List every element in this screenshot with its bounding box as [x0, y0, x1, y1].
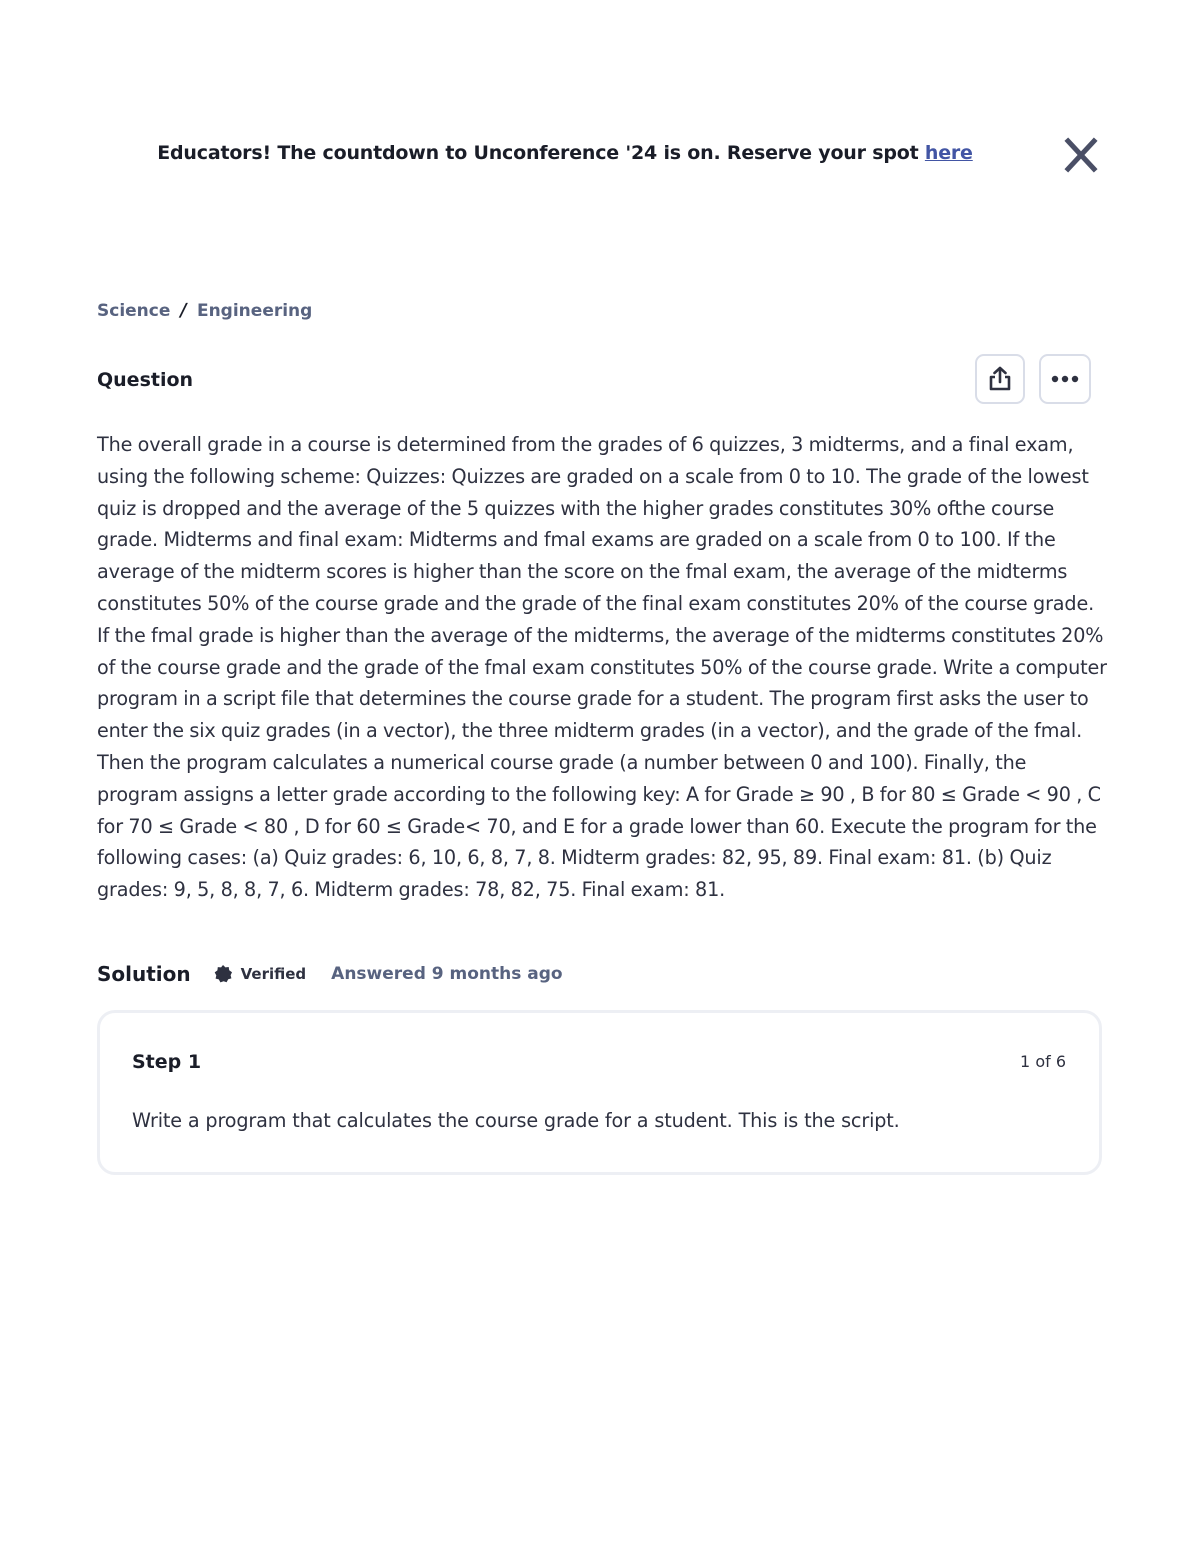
- step-text: Write a program that calculates the cour…: [132, 1109, 900, 1132]
- verified-label: Verified: [240, 965, 307, 983]
- close-banner-button[interactable]: [1061, 136, 1099, 174]
- breadcrumb-item-engineering[interactable]: Engineering: [197, 301, 312, 321]
- share-button[interactable]: [975, 354, 1025, 404]
- banner-link[interactable]: here: [925, 142, 973, 164]
- step-title: Step 1: [132, 1051, 202, 1073]
- verified-badge-icon: [214, 965, 232, 983]
- step-card: Step 1 1 of 6 Write a program that calcu…: [97, 1010, 1102, 1175]
- more-options-button[interactable]: [1039, 354, 1091, 404]
- answered-time: Answered 9 months ago: [331, 964, 563, 984]
- more-icon: [1051, 375, 1079, 383]
- banner-text: Educators! The countdown to Unconference…: [157, 142, 925, 164]
- solution-heading: Solution: [97, 962, 191, 986]
- banner-message: Educators! The countdown to Unconference…: [0, 142, 1130, 164]
- step-counter: 1 of 6: [1020, 1052, 1066, 1071]
- close-icon: [1064, 137, 1098, 173]
- question-heading: Question: [97, 369, 194, 391]
- share-icon: [989, 366, 1011, 391]
- announcement-banner: Educators! The countdown to Unconference…: [0, 136, 1200, 176]
- breadcrumb: Science / Engineering: [97, 300, 312, 321]
- verified-badge: Verified: [213, 964, 307, 984]
- breadcrumb-item-science[interactable]: Science: [97, 301, 170, 321]
- breadcrumb-separator: /: [178, 300, 189, 321]
- solution-header: Solution Verified Answered 9 months ago: [97, 960, 563, 988]
- question-body: The overall grade in a course is determi…: [97, 433, 1107, 902]
